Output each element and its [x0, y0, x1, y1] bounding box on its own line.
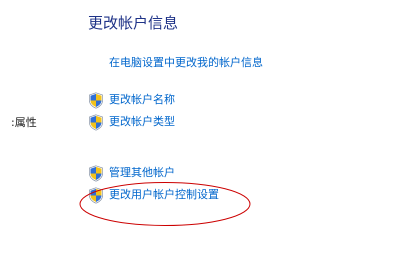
uac-shield-icon [89, 164, 103, 182]
change-uac-settings-link[interactable]: 更改用户帐户控制设置 [88, 186, 219, 204]
task-label: 更改用户帐户控制设置 [109, 188, 219, 201]
task-label: 更改帐户名称 [109, 93, 175, 106]
manage-other-accounts-link[interactable]: 管理其他帐户 [88, 164, 175, 182]
properties-label: :属性 [11, 116, 37, 129]
uac-shield-icon [89, 113, 103, 131]
control-panel-page: 更改帐户信息 在电脑设置中更改我的帐户信息 :属性 更改帐户名称 更改帐户类型 [0, 0, 396, 270]
change-account-name-link[interactable]: 更改帐户名称 [88, 91, 175, 109]
task-label: 管理其他帐户 [109, 166, 175, 179]
uac-shield-icon [89, 186, 103, 204]
change-account-type-link[interactable]: 更改帐户类型 [88, 113, 175, 131]
task-label: 更改帐户类型 [109, 115, 175, 128]
uac-shield-icon [89, 91, 103, 109]
pc-settings-account-link[interactable]: 在电脑设置中更改我的帐户信息 [109, 55, 263, 71]
page-title: 更改帐户信息 [88, 14, 179, 32]
